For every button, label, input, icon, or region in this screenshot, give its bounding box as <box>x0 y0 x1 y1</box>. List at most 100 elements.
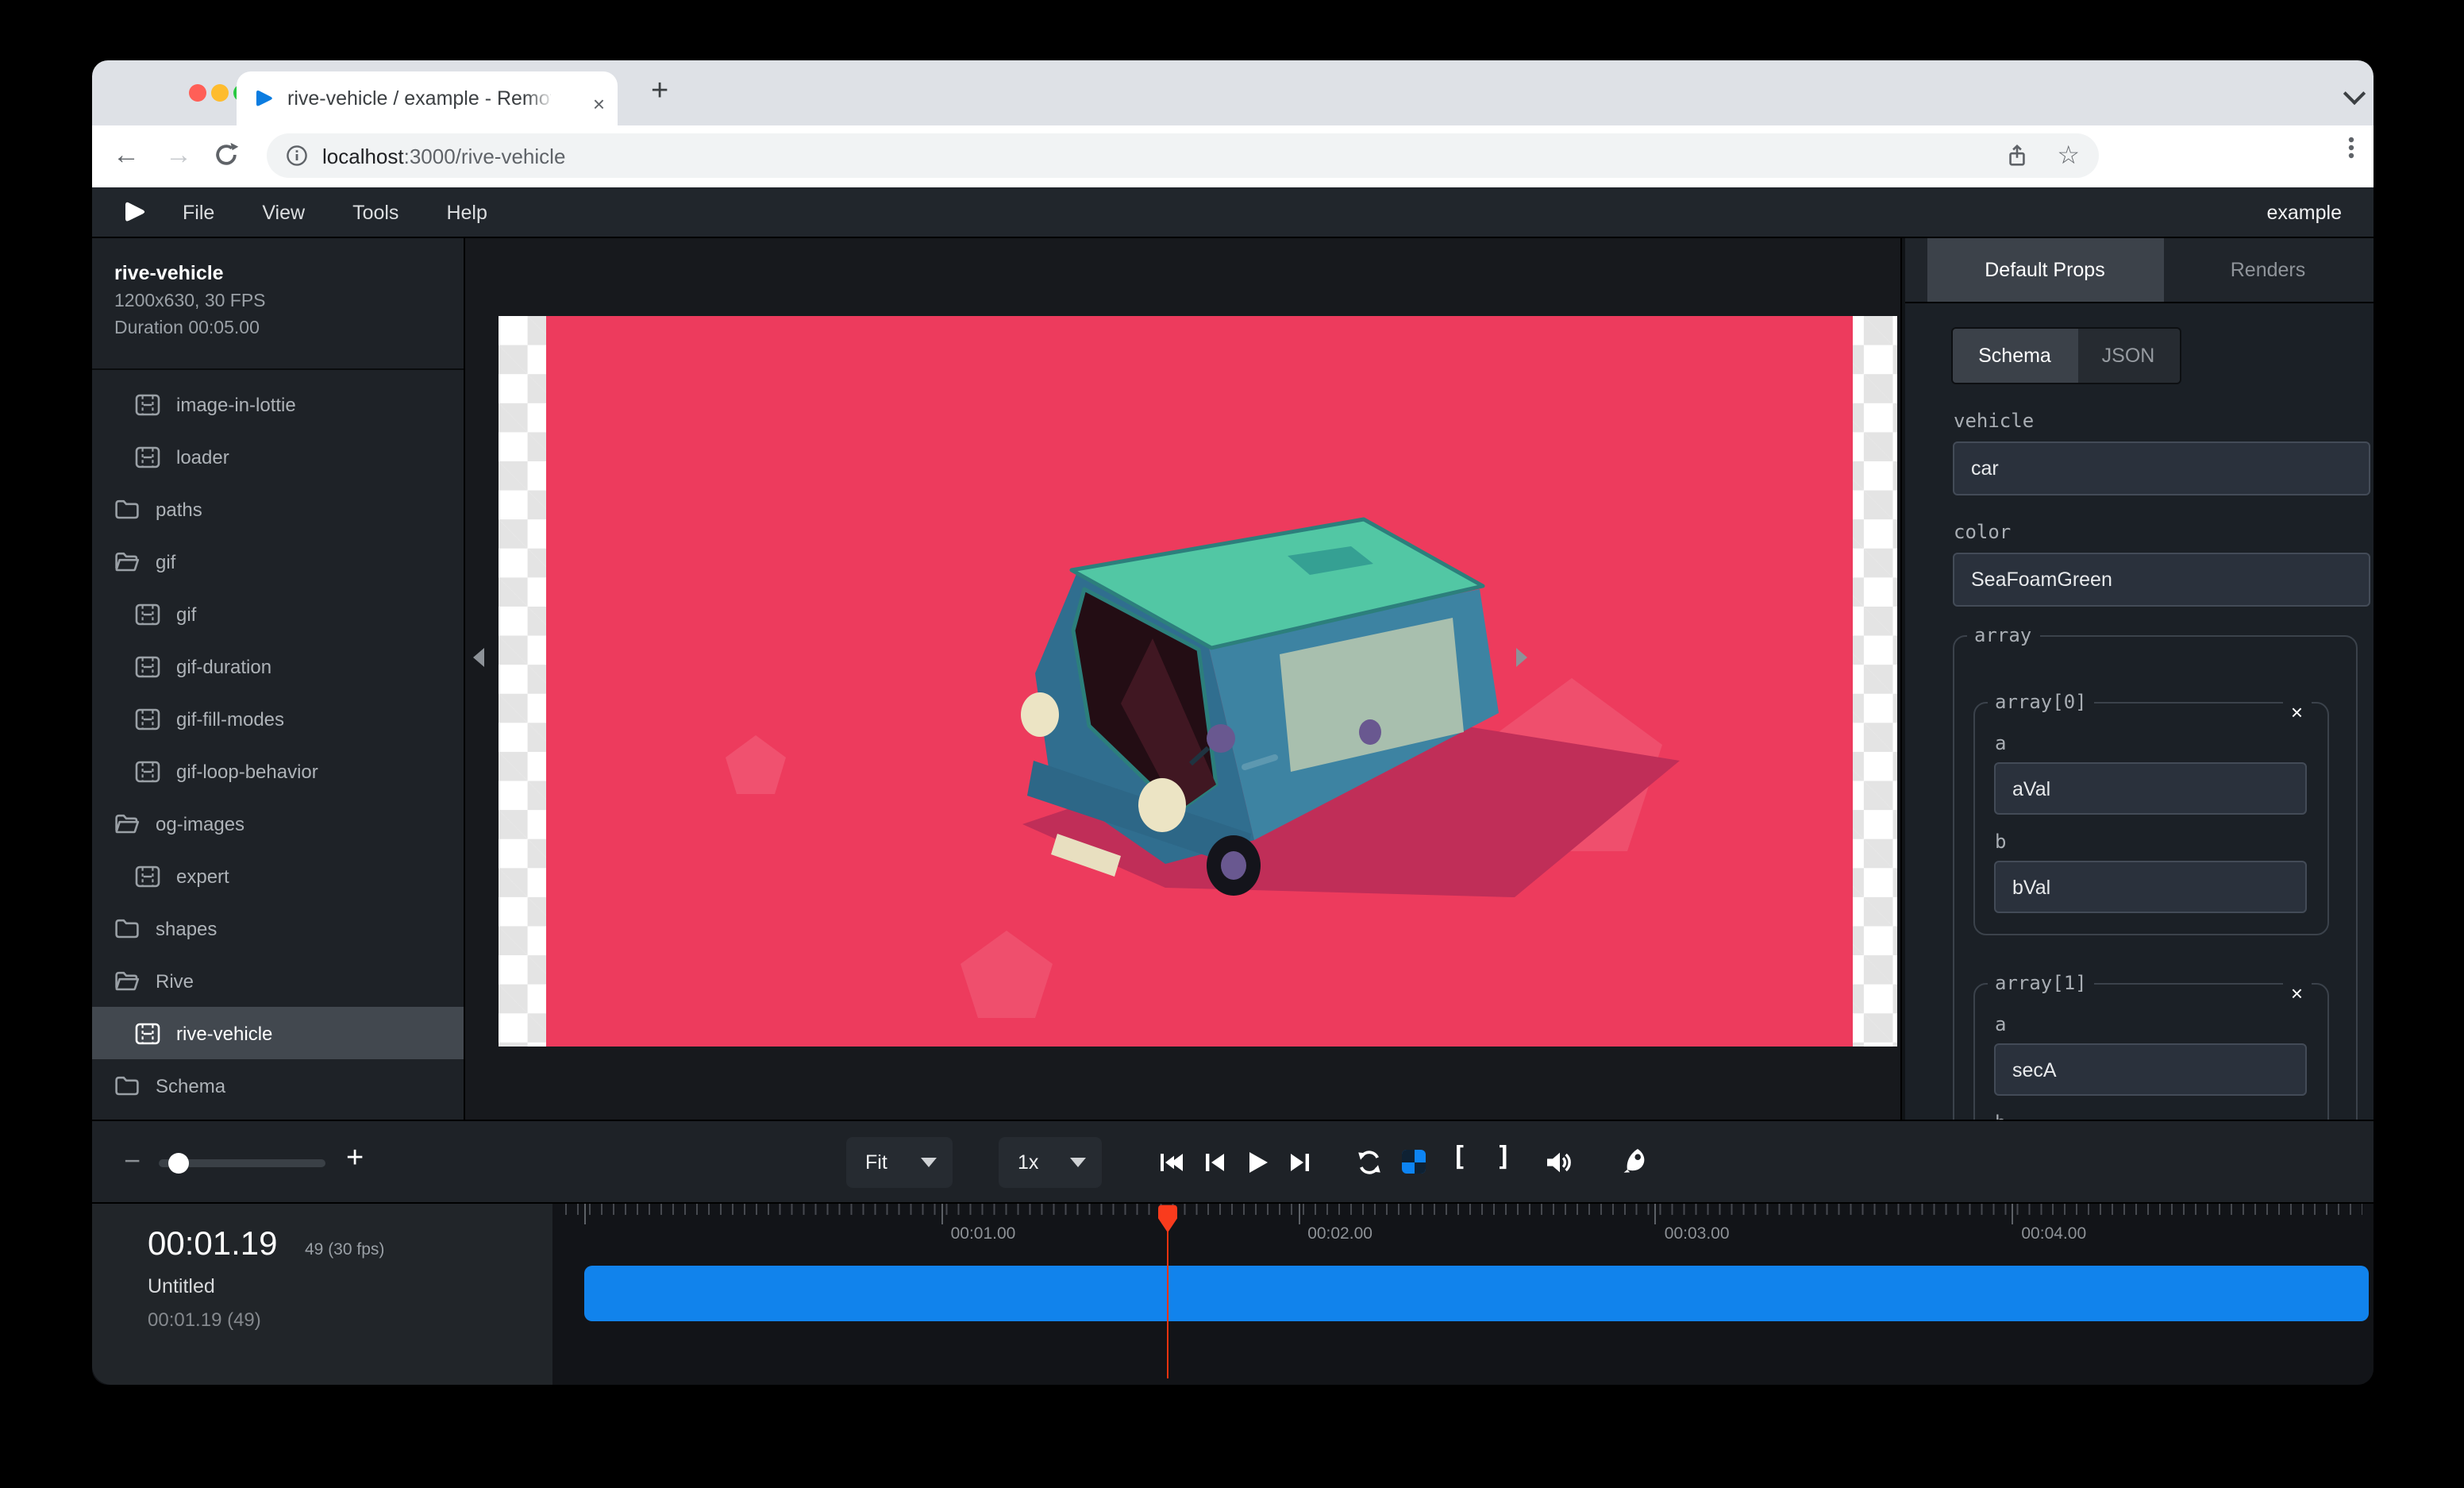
forward-icon[interactable]: → <box>165 140 192 172</box>
address-bar[interactable]: localhost:3000/rive-vehicle ☆ <box>267 133 2099 178</box>
window-minimize-button[interactable] <box>211 84 229 102</box>
array-1-close-icon[interactable]: × <box>2283 980 2311 1007</box>
playhead-line <box>1166 1210 1168 1378</box>
array-0-close-icon[interactable]: × <box>2283 699 2311 726</box>
new-tab-button[interactable]: + <box>651 75 668 110</box>
sidebar-item-image-in-lottie[interactable]: image-in-lottie <box>92 378 464 430</box>
folder-open-icon <box>114 551 140 572</box>
browser-menu-icon[interactable] <box>2339 135 2364 160</box>
render-rocket-icon[interactable] <box>1623 1145 1648 1170</box>
array-0-input-a[interactable]: aVal <box>1993 762 2306 815</box>
sidebar-item-gif[interactable]: gif <box>92 588 464 640</box>
composition-list: image-in-lottieloaderpathsgifgifgif-dura… <box>92 378 464 1112</box>
sidebar-item-rive-vehicle[interactable]: rive-vehicle <box>92 1007 464 1059</box>
in-point-icon[interactable]: [ <box>1451 1142 1468 1174</box>
film-icon <box>135 707 160 730</box>
timeline: 00:01.19 49 (30 fps) Untitled 00:01.19 (… <box>92 1202 2374 1385</box>
field-input-color[interactable]: SeaFoamGreen <box>1952 553 2370 607</box>
playhead-marker[interactable] <box>1155 1204 1179 1234</box>
menu-file[interactable]: File <box>183 201 214 223</box>
tab-close-icon[interactable]: × <box>593 94 605 114</box>
browser-window: rive-vehicle / example - Remoti × + ← → … <box>92 60 2374 1385</box>
film-icon <box>135 445 160 468</box>
sidebar-item-Rive[interactable]: Rive <box>92 954 464 1007</box>
zoom-out-icon[interactable]: − <box>124 1145 141 1178</box>
sidebar-item-label: gif <box>156 550 175 572</box>
sidebar-item-gif-fill-modes[interactable]: gif-fill-modes <box>92 692 464 745</box>
sidebar-item-loader[interactable]: loader <box>92 430 464 483</box>
field-label-color: color <box>1954 521 2011 543</box>
film-icon <box>135 393 160 415</box>
menu-view[interactable]: View <box>262 201 305 223</box>
browser-tab[interactable]: rive-vehicle / example - Remoti × <box>237 71 618 125</box>
play-button[interactable] <box>1245 1150 1270 1175</box>
share-icon[interactable] <box>2004 143 2028 168</box>
tab-title: rive-vehicle / example - Remoti <box>287 87 551 110</box>
array-1-fieldset: array[1] × a secA b <box>1973 972 2328 1120</box>
array-0-input-b[interactable]: bVal <box>1993 861 2306 913</box>
timeline-ruler[interactable] <box>565 1204 2362 1215</box>
speed-dropdown[interactable]: 1x <box>999 1137 1102 1188</box>
playback-toolbar: − + Fit 1x <box>92 1120 2374 1202</box>
volume-icon[interactable] <box>1545 1150 1570 1175</box>
tab-renders[interactable]: Renders <box>2163 238 2373 302</box>
sidebar-item-expert[interactable]: expert <box>92 850 464 902</box>
composition-duration: Duration 00:05.00 <box>114 319 464 338</box>
array-0-label-a: a <box>1995 732 2006 754</box>
folder-icon <box>114 499 140 519</box>
browser-toolbar: ← → localhost:3000/rive-vehicle ☆ <box>92 125 2374 187</box>
sidebar-item-label: gif-fill-modes <box>176 707 284 730</box>
next-frame-button[interactable] <box>1288 1150 1313 1175</box>
canvas-area <box>465 238 1902 1120</box>
fit-dropdown[interactable]: Fit <box>846 1137 953 1188</box>
window-close-button[interactable] <box>189 84 206 102</box>
array-0-fieldset: array[0] × a aVal b bVal <box>1973 691 2328 935</box>
timeline-clip-bar[interactable] <box>584 1266 2369 1321</box>
sidebar-item-label: shapes <box>156 917 217 939</box>
timeline-track-time: 00:01.19 (49) <box>148 1309 261 1331</box>
sidebar-item-Schema[interactable]: Schema <box>92 1059 464 1112</box>
skip-to-start-button[interactable] <box>1159 1150 1184 1175</box>
transparency-toggle-icon[interactable] <box>1402 1150 1426 1174</box>
menu-help[interactable]: Help <box>446 201 487 223</box>
site-info-icon[interactable] <box>286 145 308 167</box>
sidebar-item-og-images[interactable]: og-images <box>92 797 464 850</box>
composition-title: rive-vehicle <box>114 262 464 284</box>
loop-icon[interactable] <box>1356 1150 1381 1175</box>
sidebar-item-gif-duration[interactable]: gif-duration <box>92 640 464 692</box>
out-point-icon[interactable]: ] <box>1496 1142 1512 1174</box>
sidebar-item-gif-loop-behavior[interactable]: gif-loop-behavior <box>92 745 464 797</box>
sidebar-item-shapes[interactable]: shapes <box>92 902 464 954</box>
ruler-label: 00:03.00 <box>1665 1224 1730 1243</box>
folder-open-icon <box>114 813 140 834</box>
previous-frame-button[interactable] <box>1202 1150 1227 1175</box>
sidebar-item-label: paths <box>156 498 202 520</box>
remotion-logo-icon[interactable] <box>121 199 148 226</box>
tab-default-props[interactable]: Default Props <box>1927 238 2163 302</box>
collapse-panel-icon[interactable] <box>1516 648 1527 667</box>
tab-search-chevron-icon[interactable] <box>2343 83 2366 105</box>
timeline-frame-info: 49 (30 fps) <box>305 1240 384 1259</box>
array-1-input-a[interactable]: secA <box>1993 1043 2306 1096</box>
sidebar-item-paths[interactable]: paths <box>92 483 464 535</box>
collapse-sidebar-icon[interactable] <box>473 648 484 667</box>
sidebar-item-label: Rive <box>156 970 194 992</box>
array-0-legend: array[0] <box>1987 691 2095 713</box>
back-icon[interactable]: ← <box>113 140 140 172</box>
app-menu-bar: File View Tools Help example <box>92 187 2374 238</box>
browser-tab-strip: rive-vehicle / example - Remoti × + <box>92 60 2374 125</box>
ruler-label: 00:01.00 <box>951 1224 1016 1243</box>
field-input-vehicle[interactable]: car <box>1952 441 2370 495</box>
zoom-in-icon[interactable]: + <box>346 1142 364 1177</box>
reload-icon[interactable] <box>213 141 240 168</box>
toggle-schema[interactable]: Schema <box>1952 329 2077 383</box>
field-label-vehicle: vehicle <box>1954 410 2034 432</box>
ruler-tick <box>584 1204 586 1224</box>
folder-icon <box>114 918 140 939</box>
compositions-sidebar: rive-vehicle 1200x630, 30 FPS Duration 0… <box>92 238 465 1120</box>
toggle-json[interactable]: JSON <box>2077 329 2179 383</box>
menu-tools[interactable]: Tools <box>352 201 398 223</box>
zoom-slider-thumb[interactable] <box>168 1152 189 1173</box>
sidebar-item-gif[interactable]: gif <box>92 535 464 588</box>
bookmark-star-icon[interactable]: ☆ <box>2057 140 2080 172</box>
